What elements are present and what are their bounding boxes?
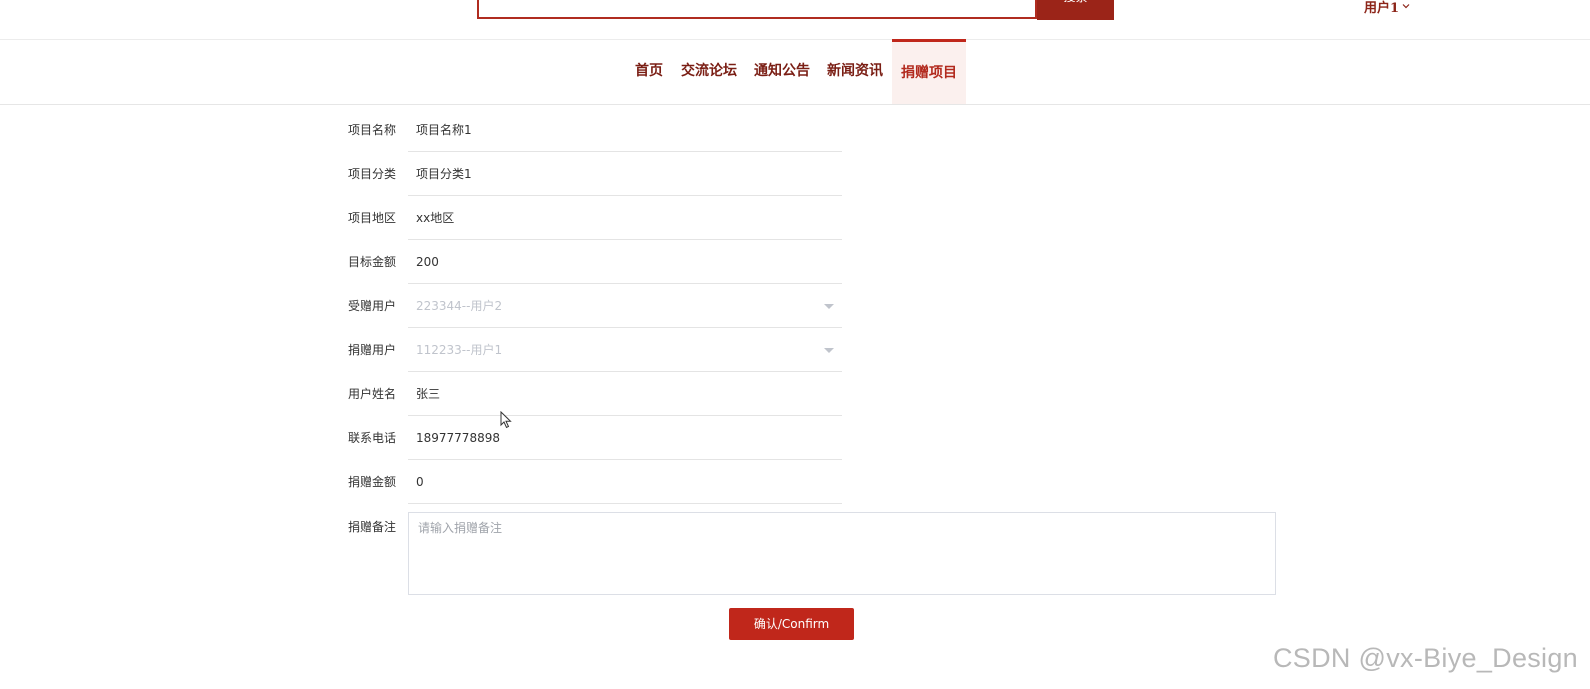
donation-remark-textarea[interactable]: 请输入捐赠备注 xyxy=(408,512,1276,595)
form-row-project-category: 项目分类 项目分类1 xyxy=(348,152,842,196)
chevron-down-icon xyxy=(1402,4,1410,9)
user-name-field[interactable]: 张三 xyxy=(408,372,842,416)
mouse-cursor-icon xyxy=(500,411,512,429)
caret-down-icon xyxy=(824,304,834,309)
donor-user-label: 捐赠用户 xyxy=(348,343,397,357)
top-bar: 搜索 用户1 xyxy=(0,0,1590,40)
user-name-label: 用户姓名 xyxy=(348,387,397,401)
user-name: 用户1 xyxy=(1364,0,1400,16)
recipient-user-value: 223344--用户2 xyxy=(416,299,503,313)
phone-label: 联系电话 xyxy=(348,431,397,445)
search-button[interactable]: 搜索 xyxy=(1037,0,1114,20)
recipient-user-label: 受赠用户 xyxy=(348,299,397,313)
donor-user-select[interactable]: 112233--用户1 xyxy=(408,328,842,372)
nav-item-notices[interactable]: 通知公告 xyxy=(751,39,813,104)
phone-field[interactable]: 18977778898 xyxy=(408,416,842,460)
form-row-donor-user: 捐赠用户 112233--用户1 xyxy=(348,328,842,372)
watermark: CSDN @vx-Biye_Design xyxy=(1273,643,1578,673)
form-row-phone: 联系电话 18977778898 xyxy=(348,416,842,460)
main-nav: 首页 交流论坛 通知公告 新闻资讯 捐赠项目 xyxy=(0,39,1590,105)
caret-down-icon xyxy=(824,348,834,353)
nav-item-news[interactable]: 新闻资讯 xyxy=(824,39,886,104)
target-amount-field[interactable]: 200 xyxy=(408,240,842,284)
search-input[interactable] xyxy=(477,0,1037,19)
nav-item-donation-projects[interactable]: 捐赠项目 xyxy=(892,39,966,104)
form-row-recipient-user: 受赠用户 223344--用户2 xyxy=(348,284,842,328)
nav-item-home[interactable]: 首页 xyxy=(630,39,668,104)
project-name-field[interactable]: 项目名称1 xyxy=(408,108,842,152)
recipient-user-select[interactable]: 223344--用户2 xyxy=(408,284,842,328)
donation-amount-field[interactable]: 0 xyxy=(408,460,842,504)
project-region-label: 项目地区 xyxy=(348,211,397,225)
donor-user-value: 112233--用户1 xyxy=(416,343,503,357)
form-row-target-amount: 目标金额 200 xyxy=(348,240,842,284)
project-category-field[interactable]: 项目分类1 xyxy=(408,152,842,196)
project-name-label: 项目名称 xyxy=(348,123,397,137)
donation-amount-label: 捐赠金额 xyxy=(348,475,397,489)
donation-remark-label: 捐赠备注 xyxy=(348,520,397,534)
user-menu[interactable]: 用户1 xyxy=(1364,0,1410,16)
form-row-project-name: 项目名称 项目名称1 xyxy=(348,108,842,152)
form-row-user-name: 用户姓名 张三 xyxy=(348,372,842,416)
project-region-field[interactable]: xx地区 xyxy=(408,196,842,240)
form-row-project-region: 项目地区 xx地区 xyxy=(348,196,842,240)
target-amount-label: 目标金额 xyxy=(348,255,397,269)
confirm-button[interactable]: 确认/Confirm xyxy=(729,608,854,640)
form-row-donation-amount: 捐赠金额 0 xyxy=(348,460,842,504)
project-category-label: 项目分类 xyxy=(348,167,397,181)
nav-item-forum[interactable]: 交流论坛 xyxy=(678,39,740,104)
